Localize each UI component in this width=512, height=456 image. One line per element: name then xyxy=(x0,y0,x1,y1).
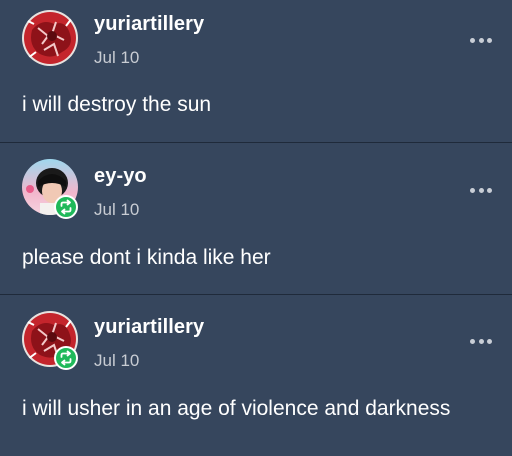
avatar-yuriartillery[interactable] xyxy=(22,10,78,66)
post-1: yuriartillery Jul 10 i will destroy the … xyxy=(0,0,512,142)
post-2: ey-yo Jul 10 please dont i kinda like he… xyxy=(0,142,512,294)
username[interactable]: yuriartillery xyxy=(94,13,204,36)
post-date[interactable]: Jul 10 xyxy=(94,351,139,371)
more-options-icon[interactable] xyxy=(470,338,492,344)
post-date[interactable]: Jul 10 xyxy=(94,200,139,220)
post-text: please dont i kinda like her xyxy=(22,246,271,269)
username[interactable]: yuriartillery xyxy=(94,316,204,339)
post-text: i will usher in an age of violence and d… xyxy=(22,397,451,420)
more-options-icon[interactable] xyxy=(470,37,492,43)
post-3: yuriartillery Jul 10 i will usher in an … xyxy=(0,294,512,456)
username[interactable]: ey-yo xyxy=(94,165,147,188)
post-text: i will destroy the sun xyxy=(22,93,212,116)
post-date[interactable]: Jul 10 xyxy=(94,48,139,68)
more-options-icon[interactable] xyxy=(470,187,492,193)
reblog-icon xyxy=(54,346,78,370)
reblog-icon xyxy=(54,195,78,219)
